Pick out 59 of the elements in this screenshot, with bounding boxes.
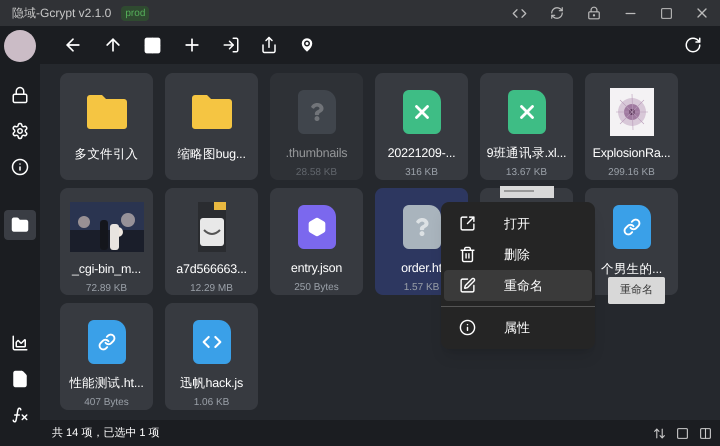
info-icon xyxy=(459,319,476,336)
file-card[interactable]: a7d566663... 12.29 MB xyxy=(165,188,258,295)
file-name: 缩略图bug... xyxy=(177,146,246,163)
file-name: 迅帆hack.js xyxy=(180,375,244,392)
status-text: 共 14 项，已选中 1 项 xyxy=(52,426,160,441)
file-size: 407 Bytes xyxy=(84,396,129,410)
unknown-file-icon xyxy=(298,90,336,134)
folder-icon[interactable] xyxy=(4,210,36,240)
environment-badge: prod xyxy=(121,6,150,20)
menu-item[interactable]: 属性 xyxy=(444,312,592,343)
edit-icon xyxy=(459,277,476,294)
file-name: _cgi-bin_m... xyxy=(72,261,141,278)
file-card[interactable]: 迅帆hack.js 1.06 KB xyxy=(165,303,258,410)
file-size: 250 Bytes xyxy=(294,281,339,295)
file-card[interactable]: 20221209-... 316 KB xyxy=(375,73,468,180)
json-file-icon xyxy=(298,204,336,249)
unknown-file-icon xyxy=(402,204,440,249)
code-file-icon xyxy=(192,320,230,364)
file-name: 性能测试.ht... xyxy=(69,375,144,392)
file-name: 个男生的... xyxy=(600,261,662,278)
file-card[interactable]: 9班通讯录.xl... 13.67 KB xyxy=(480,73,573,180)
file-card[interactable]: _cgi-bin_m... 72.89 KB xyxy=(60,188,153,295)
file-name: order.ht xyxy=(401,260,442,278)
file-card[interactable]: entry.json 250 Bytes xyxy=(270,188,363,295)
spreadsheet-file-icon xyxy=(508,90,546,134)
file-card[interactable]: 多文件引入 xyxy=(60,73,153,180)
folder-icon xyxy=(190,94,234,130)
file-name: 20221209-... xyxy=(388,145,456,162)
avatar[interactable] xyxy=(4,30,36,62)
file-card[interactable]: 性能测试.ht... 407 Bytes xyxy=(60,303,153,410)
open-icon xyxy=(459,215,476,232)
file-name: a7d566663... xyxy=(176,261,247,278)
folder-icon xyxy=(84,94,128,130)
menu-item[interactable]: 重命名 xyxy=(444,270,592,301)
spreadsheet-file-icon xyxy=(402,90,440,134)
link-file-icon xyxy=(88,320,126,364)
window-title: 隐域-Gcrypt v2.1.0 xyxy=(12,5,112,22)
link-file-icon xyxy=(612,205,650,249)
file-name: .thumbnails xyxy=(286,145,348,162)
file-card[interactable]: 缩略图bug... xyxy=(165,73,258,180)
file-size: 12.29 MB xyxy=(190,282,233,296)
file-name: 多文件引入 xyxy=(74,146,138,163)
import-icon[interactable] xyxy=(222,36,240,54)
file-size: 1.57 KB xyxy=(404,281,440,295)
share-icon[interactable] xyxy=(260,36,278,54)
file-size: 316 KB xyxy=(405,166,438,180)
file-size: 299.16 KB xyxy=(608,166,655,180)
trash-icon xyxy=(459,246,476,263)
file-size: 72.89 KB xyxy=(86,282,128,296)
file-name: entry.json xyxy=(290,260,342,278)
file-size: 13.67 KB xyxy=(506,166,548,180)
file-name: 9班通讯录.xl... xyxy=(486,145,566,162)
refresh-icon[interactable] xyxy=(684,36,702,54)
split-icon[interactable] xyxy=(699,426,712,440)
file-size: 1.06 KB xyxy=(194,396,230,410)
file-card[interactable]: ExplosionRa... 299.16 KB xyxy=(585,73,678,180)
file-name: ExplosionRa... xyxy=(592,145,670,162)
tooltip: 重命名 xyxy=(608,277,665,304)
fit-icon[interactable] xyxy=(653,426,666,440)
